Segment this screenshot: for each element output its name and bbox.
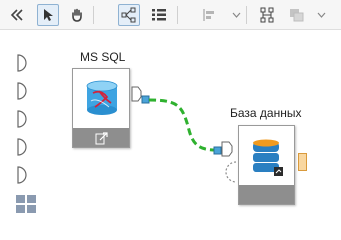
pan-tool-button[interactable] <box>66 4 88 26</box>
list-view-button[interactable] <box>148 4 170 26</box>
overlap-squares-icon <box>290 9 304 22</box>
target-node-footer <box>239 185 294 204</box>
arrange-dropdown-chevron-icon[interactable] <box>316 7 326 23</box>
double-chevron-left-icon <box>10 9 23 21</box>
hand-icon <box>72 8 82 22</box>
node-label-target: База данных <box>230 106 302 120</box>
hierarchy-icon <box>260 7 274 23</box>
toolbar <box>0 0 341 30</box>
list-icon <box>152 9 166 21</box>
toolbar-separator <box>93 6 94 24</box>
toolbar-separator <box>246 6 247 24</box>
source-port-handle <box>141 95 150 104</box>
layout-button[interactable] <box>256 4 278 26</box>
dotted-port-indicator <box>225 161 237 183</box>
diagram-view-button[interactable] <box>118 4 140 26</box>
target-node[interactable] <box>238 125 295 205</box>
data-flow-connector <box>148 98 217 152</box>
toolbar-separator <box>177 6 178 24</box>
target-input-port <box>221 141 233 157</box>
target-port-handle <box>213 146 222 155</box>
align-dropdown-chevron-icon[interactable] <box>231 7 241 23</box>
source-output-port <box>131 86 142 102</box>
target-output-port[interactable] <box>298 153 307 171</box>
diagram-canvas[interactable]: MS SQL База данных <box>0 30 341 240</box>
collapse-panel-button[interactable] <box>6 4 28 26</box>
select-tool-button[interactable] <box>37 4 59 26</box>
cursor-arrow-icon <box>44 9 53 21</box>
graph-nodes-icon <box>121 7 136 23</box>
arrange-button[interactable] <box>286 4 308 26</box>
align-button[interactable] <box>198 4 220 26</box>
database-stack-icon <box>253 139 283 176</box>
align-left-icon <box>203 9 214 21</box>
